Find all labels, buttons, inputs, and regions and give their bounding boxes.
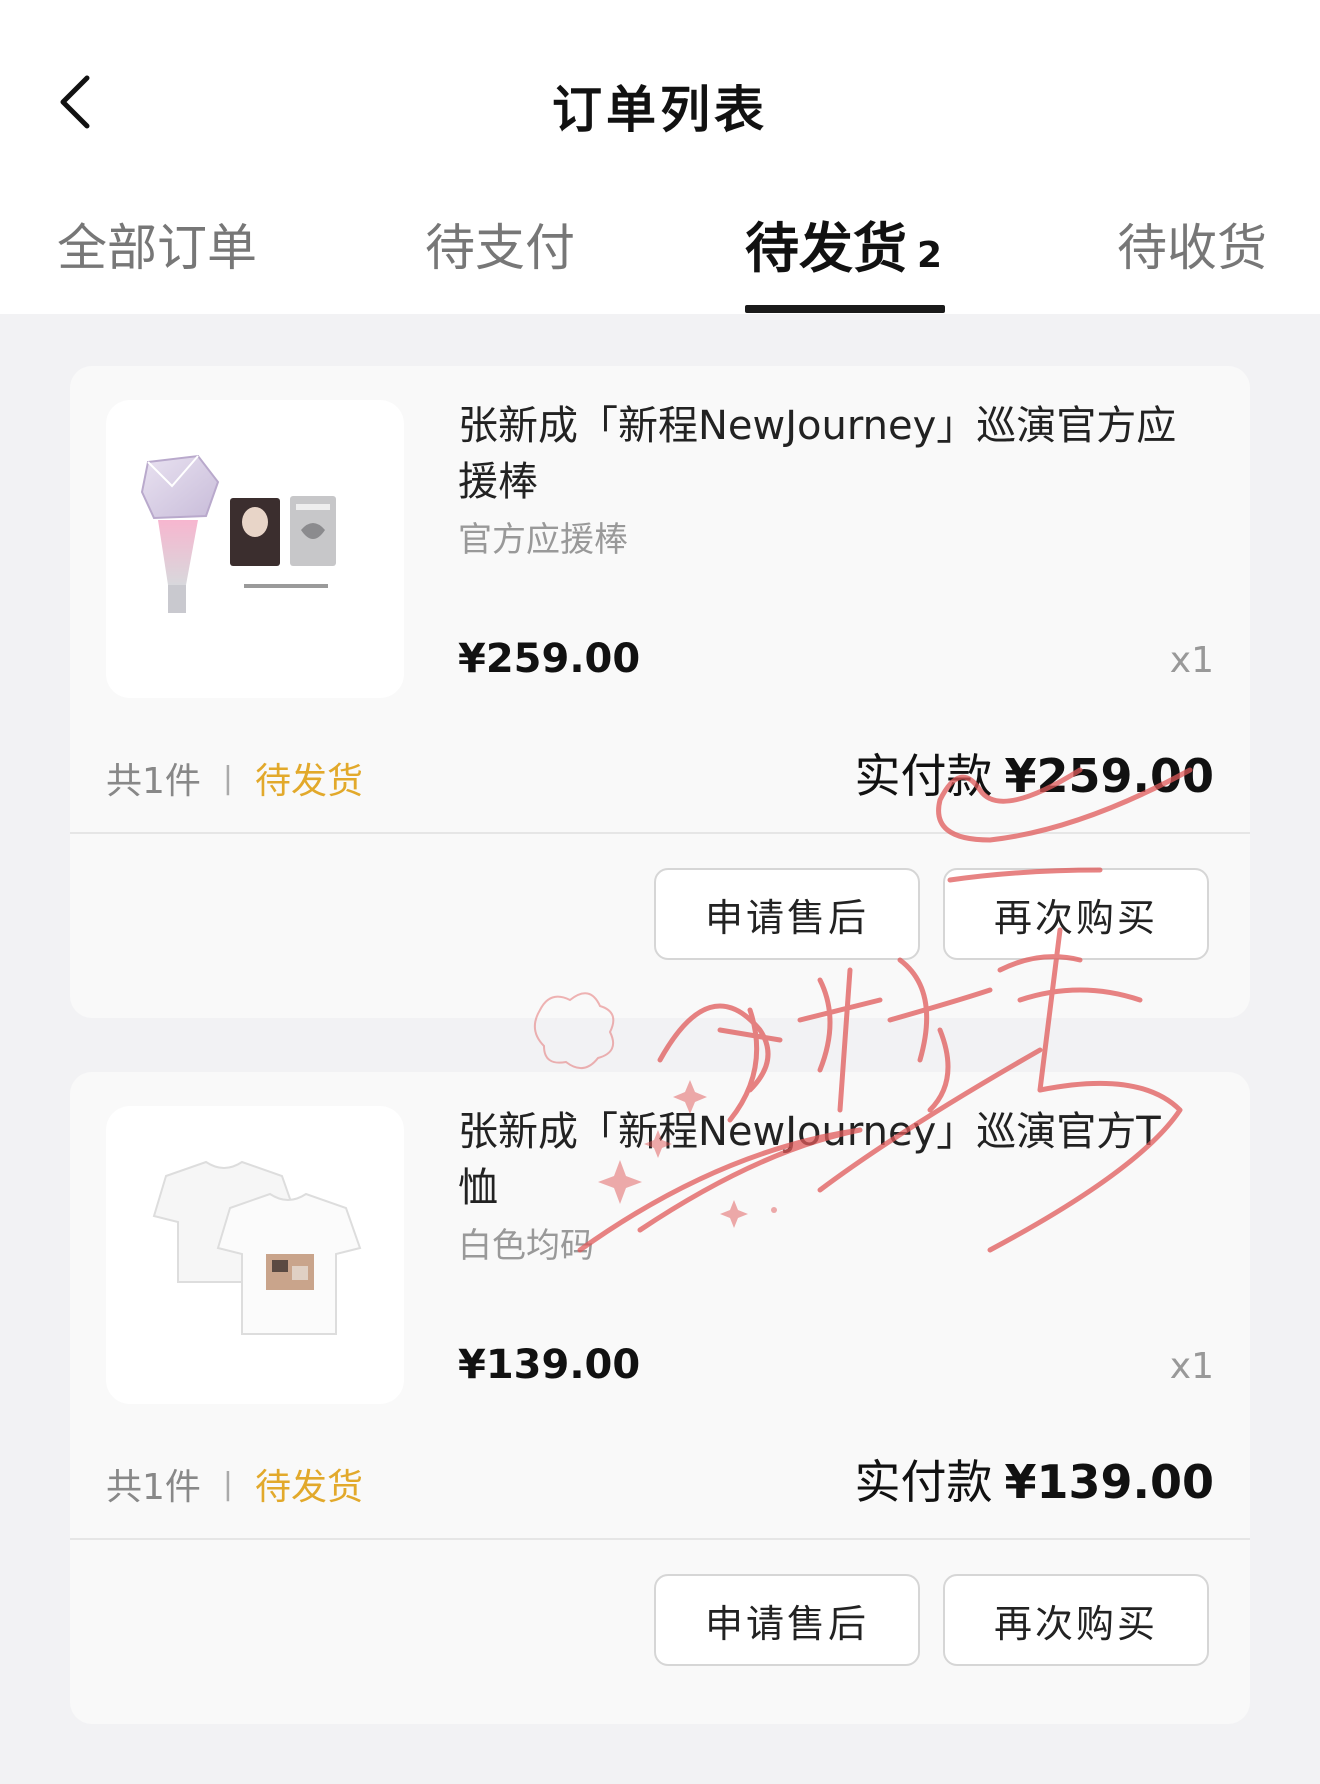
after-sales-button[interactable]: 申请售后 xyxy=(654,1574,920,1666)
tshirt-illustration xyxy=(152,1160,362,1335)
separator: | xyxy=(222,1466,234,1502)
product-name-line: 张新成「新程NewJourney」巡演官方应 xyxy=(458,403,1177,449)
paid-amount: ¥259.00 xyxy=(1004,749,1214,803)
tab-count-badge: 2 xyxy=(917,235,943,276)
product-price: ¥259.00 xyxy=(458,636,641,682)
product-price: ¥139.00 xyxy=(458,1342,641,1388)
product-name-line: 恤 xyxy=(458,1165,498,1211)
page-title: 订单列表 xyxy=(552,81,768,139)
product-name-line: 张新成「新程NewJourney」巡演官方T xyxy=(458,1109,1161,1155)
item-count: 共1件 xyxy=(106,1467,201,1508)
divider xyxy=(70,1538,1250,1540)
order-tabs: 全部订单 待支付 待发货 2 待收货 xyxy=(0,200,1320,314)
order-summary: 共1件 | 待发货 xyxy=(106,1458,363,1510)
product-spec: 白色均码 xyxy=(458,1226,594,1266)
paid-total: 实付款 ¥139.00 xyxy=(854,1446,1214,1512)
paid-total: 实付款 ¥259.00 xyxy=(854,740,1214,806)
item-count: 共1件 xyxy=(106,761,201,802)
product-spec: 官方应援棒 xyxy=(458,520,628,560)
product-name-line: 援棒 xyxy=(458,459,538,505)
product-name[interactable]: 张新成「新程NewJourney」巡演官方应 援棒 xyxy=(458,398,1198,510)
tab-label: 待发货 xyxy=(745,217,907,280)
paid-label: 实付款 xyxy=(854,1455,993,1509)
header-bar: 订单列表 全部订单 待支付 待发货 2 待收货 xyxy=(0,0,1320,314)
order-summary: 共1件 | 待发货 xyxy=(106,752,363,804)
tab-label: 待支付 xyxy=(425,219,575,277)
active-tab-indicator xyxy=(745,305,945,313)
after-sales-button[interactable]: 申请售后 xyxy=(654,868,920,960)
product-image-tshirt[interactable] xyxy=(106,1106,404,1404)
tab-label: 待收货 xyxy=(1117,219,1267,277)
status-badge: 待发货 xyxy=(255,1467,364,1508)
paid-amount: ¥139.00 xyxy=(1004,1455,1214,1509)
product-name[interactable]: 张新成「新程NewJourney」巡演官方T 恤 xyxy=(458,1104,1198,1216)
divider xyxy=(70,832,1250,834)
product-image-lightstick[interactable] xyxy=(106,400,404,698)
tab-all-orders[interactable]: 全部订单 xyxy=(57,208,257,280)
status-badge: 待发货 xyxy=(255,761,364,802)
paid-label: 实付款 xyxy=(854,749,993,803)
tab-pending-payment[interactable]: 待支付 xyxy=(425,208,575,280)
lightstick-illustration xyxy=(140,454,336,613)
tab-pending-shipment[interactable]: 待发货 2 xyxy=(745,204,942,283)
buy-again-button[interactable]: 再次购买 xyxy=(943,1574,1209,1666)
order-card[interactable]: 张新成「新程NewJourney」巡演官方T 恤 白色均码 ¥139.00 x1… xyxy=(70,1072,1250,1724)
product-quantity: x1 xyxy=(1169,640,1214,681)
separator: | xyxy=(222,760,234,796)
buy-again-button[interactable]: 再次购买 xyxy=(943,868,1209,960)
tab-pending-receipt[interactable]: 待收货 xyxy=(1117,208,1267,280)
product-quantity: x1 xyxy=(1169,1346,1214,1387)
tab-label: 全部订单 xyxy=(57,219,257,277)
order-card[interactable]: 张新成「新程NewJourney」巡演官方应 援棒 官方应援棒 ¥259.00 … xyxy=(70,366,1250,1018)
